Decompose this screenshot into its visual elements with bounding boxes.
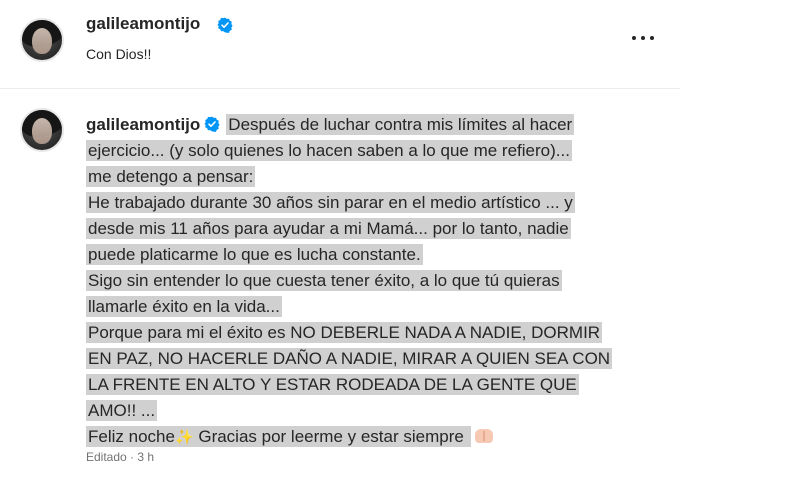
caption-line-text: Gracias por leerme y estar siempre xyxy=(193,427,469,446)
verified-badge-icon xyxy=(217,17,233,33)
more-options-icon-dot xyxy=(632,36,636,40)
caption-line-text: Después de luchar contra mis límites al … xyxy=(226,114,575,135)
caption-line: puede platicarme lo que es lucha constan… xyxy=(86,242,676,268)
caption-line-text: desde mis 11 años para ayudar a mi Mamá.… xyxy=(86,218,571,239)
comment-text: Con Dios!! xyxy=(86,46,152,62)
caption-line: He trabajado durante 30 años sin parar e… xyxy=(86,190,676,216)
caption-line-text: AMO!! ... xyxy=(86,400,158,421)
more-options-icon-dot xyxy=(650,36,654,40)
more-options-button[interactable] xyxy=(628,28,658,48)
praying-hands-emoji xyxy=(474,429,493,443)
caption-line-text: Porque para mi el éxito es NO DEBERLE NA… xyxy=(86,322,603,343)
caption-last-line: Feliz noche✨ Gracias por leerme y estar … xyxy=(86,426,471,447)
caption-line-text: me detengo a pensar: xyxy=(86,166,256,187)
caption-line: me detengo a pensar: xyxy=(86,164,676,190)
divider xyxy=(0,88,680,89)
caption-line-text: ejercicio... (y solo quienes lo hacen sa… xyxy=(86,140,572,161)
caption-line: Feliz noche✨ Gracias por leerme y estar … xyxy=(86,424,676,450)
caption-line: Sigo sin entender lo que cuesta tener éx… xyxy=(86,268,676,294)
caption-line: llamarle éxito en la vida... xyxy=(86,294,676,320)
edited-timestamp: Editado · 3 h xyxy=(86,450,155,464)
more-options-icon-dot xyxy=(641,36,645,40)
caption-line-text: Sigo sin entender lo que cuesta tener éx… xyxy=(86,270,562,291)
sparkles-emoji: ✨ xyxy=(174,429,194,446)
caption-line: galileamontijo Después de luchar contra m… xyxy=(86,112,676,138)
caption-line: desde mis 11 años para ayudar a mi Mamá.… xyxy=(86,216,676,242)
caption-line: Porque para mi el éxito es NO DEBERLE NA… xyxy=(86,320,676,346)
avatar-face xyxy=(32,28,52,54)
avatar[interactable] xyxy=(20,108,64,152)
caption-text: galileamontijo Después de luchar contra m… xyxy=(86,112,676,450)
caption-line: AMO!! ... xyxy=(86,398,676,424)
caption-line-text: LA FRENTE EN ALTO Y ESTAR RODEADA DE LA … xyxy=(86,374,579,395)
verified-badge-icon xyxy=(204,116,220,132)
caption-line-text: puede platicarme lo que es lucha constan… xyxy=(86,244,423,265)
avatar[interactable] xyxy=(20,18,64,62)
caption-line: ejercicio... (y solo quienes lo hacen sa… xyxy=(86,138,676,164)
username-link[interactable]: galileamontijo xyxy=(86,14,200,34)
comment-header: galileamontijo Con Dios!! xyxy=(0,0,680,84)
caption-line: EN PAZ, NO HACERLE DAÑO A NADIE, MIRAR A… xyxy=(86,346,676,372)
caption-line-text: Feliz noche xyxy=(88,427,175,446)
caption-line-text: llamarle éxito en la vida... xyxy=(86,296,282,317)
caption-line-text: EN PAZ, NO HACERLE DAÑO A NADIE, MIRAR A… xyxy=(86,348,613,369)
avatar-face xyxy=(32,118,52,144)
username-link[interactable]: galileamontijo xyxy=(86,115,200,134)
caption-line-text: He trabajado durante 30 años sin parar e… xyxy=(86,192,575,213)
caption-line: LA FRENTE EN ALTO Y ESTAR RODEADA DE LA … xyxy=(86,372,676,398)
